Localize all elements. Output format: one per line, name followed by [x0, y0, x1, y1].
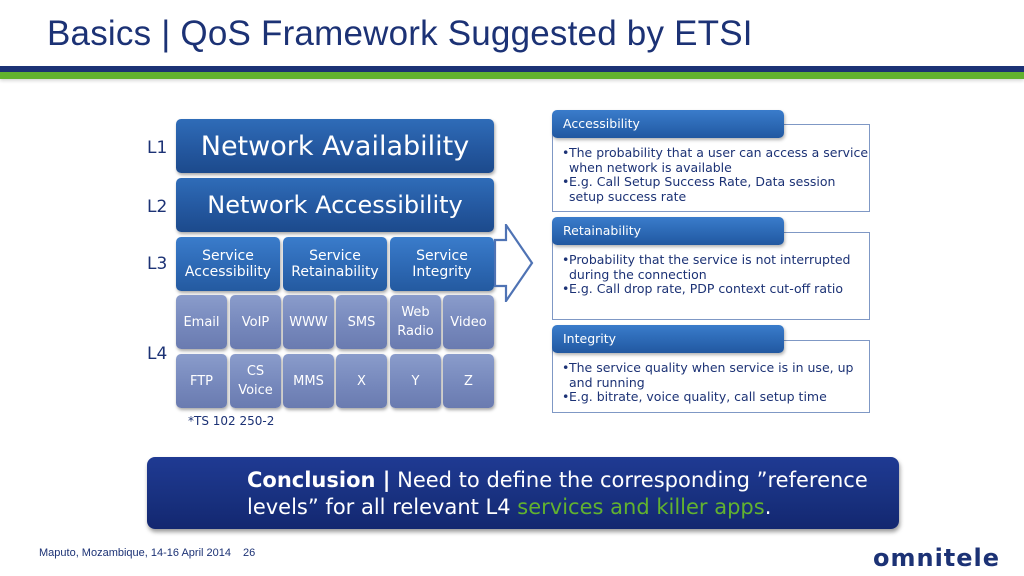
l3-line2: Retainability — [291, 264, 379, 280]
omnitele-logo: omnitele — [873, 544, 1001, 572]
l2-label: Network Accessibility — [207, 191, 463, 219]
level-label-l4: L4 — [147, 344, 168, 364]
level-label-l1: L1 — [147, 138, 168, 158]
l4-service-cs-voice: CS Voice — [230, 354, 281, 408]
l4-service-y: Y — [390, 354, 441, 408]
footnote-reference: *TS 102 250-2 — [188, 414, 275, 428]
l4-line1: Web — [401, 305, 430, 320]
l4-service-sms: SMS — [336, 295, 387, 349]
l4-line1: Z — [464, 373, 473, 389]
right-arrow-icon — [494, 224, 534, 302]
l4-service-z: Z — [443, 354, 494, 408]
l4-line1: MMS — [293, 373, 324, 389]
conclusion-text: Conclusion | Need to define the correspo… — [247, 467, 887, 521]
l4-line1: X — [357, 373, 366, 389]
panel-bullet: The probability that a user can access a… — [562, 145, 869, 175]
slide-title: Basics | QoS Framework Suggested by ETSI — [47, 14, 753, 53]
panel-bullet: E.g. Call Setup Success Rate, Data sessi… — [562, 174, 869, 204]
l4-service-email: Email — [176, 295, 227, 349]
accessibility-panel-title: Accessibility — [552, 110, 784, 138]
panel-bullet: E.g. Call drop rate, PDP context cut-off… — [562, 281, 869, 297]
l4-line1: SMS — [347, 314, 376, 330]
l1-network-availability: Network Availability — [176, 119, 494, 173]
conclusion-label: Conclusion | — [247, 468, 391, 492]
l3-service-retainability: Service Retainability — [283, 237, 387, 291]
l4-line1: WWW — [289, 314, 328, 330]
l3-line1: Service — [202, 248, 254, 264]
conclusion-end: . — [764, 495, 772, 519]
integrity-panel-title: Integrity — [552, 325, 784, 353]
l3-line2: Accessibility — [184, 264, 272, 280]
l4-line1: CS — [246, 364, 265, 379]
l4-line1: VoIP — [241, 314, 270, 330]
l4-line2: Radio — [397, 324, 434, 339]
l3-line1: Service — [416, 248, 468, 264]
footer: Maputo, Mozambique, 14-16 April 2014 26 — [39, 547, 255, 559]
l4-service-x: X — [336, 354, 387, 408]
l4-line1: Video — [450, 314, 487, 330]
l3-line1: Service — [309, 248, 361, 264]
l4-service-mms: MMS — [283, 354, 334, 408]
panel-bullet: The service quality when service is in u… — [562, 360, 869, 390]
l4-service-web-radio: Web Radio — [390, 295, 441, 349]
level-label-l2: L2 — [147, 197, 168, 217]
retainability-panel-title: Retainability — [552, 217, 784, 245]
footer-location: Maputo, Mozambique, 14-16 April 2014 — [39, 547, 232, 559]
l3-service-accessibility: Service Accessibility — [176, 237, 280, 291]
l4-service-www: WWW — [283, 295, 334, 349]
retainability-panel: Probability that the service is not inte… — [552, 232, 870, 320]
level-label-l3: L3 — [147, 254, 168, 274]
conclusion-banner: Conclusion | Need to define the correspo… — [147, 457, 899, 529]
panel-bullet: E.g. bitrate, voice quality, call setup … — [562, 389, 869, 405]
l1-label: Network Availability — [200, 130, 470, 162]
l2-network-accessibility: Network Accessibility — [176, 178, 494, 232]
l4-line1: FTP — [189, 373, 214, 389]
l3-service-integrity: Service Integrity — [390, 237, 494, 291]
page-number: 26 — [243, 547, 256, 559]
l4-service-ftp: FTP — [176, 354, 227, 408]
l4-line2: Voice — [238, 383, 273, 398]
l4-line1: Email — [183, 314, 220, 330]
l4-line1: Y — [411, 373, 420, 389]
l4-service-video: Video — [443, 295, 494, 349]
panel-bullet: Probability that the service is not inte… — [562, 252, 869, 282]
l4-service-voip: VoIP — [230, 295, 281, 349]
conclusion-highlight: services and killer apps — [517, 495, 765, 519]
header-divider-green — [0, 72, 1024, 79]
l3-line2: Integrity — [412, 264, 472, 280]
